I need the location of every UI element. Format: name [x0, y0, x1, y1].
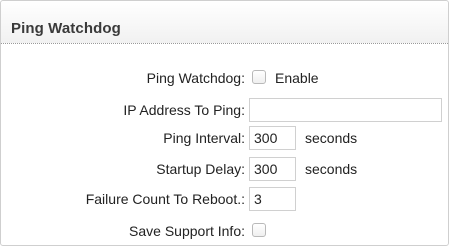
enable-label[interactable]: Enable	[275, 70, 319, 86]
ping-interval-input[interactable]: 300	[249, 126, 296, 150]
ip-address-input[interactable]	[249, 98, 442, 122]
ping-interval-row: Ping Interval: 300 seconds	[0, 126, 449, 152]
ip-address-row: IP Address To Ping:	[0, 98, 449, 124]
startup-delay-row: Startup Delay: 300 seconds	[0, 157, 449, 183]
save-support-label: Save Support Info:	[129, 223, 245, 239]
ping-watchdog-label: Ping Watchdog:	[146, 70, 245, 86]
save-support-row: Save Support Info:	[0, 219, 449, 245]
panel-title: Ping Watchdog	[11, 20, 121, 37]
startup-delay-unit: seconds	[305, 161, 358, 177]
ip-address-label: IP Address To Ping:	[123, 102, 245, 118]
startup-delay-input[interactable]: 300	[249, 157, 296, 181]
ping-interval-label: Ping Interval:	[163, 130, 245, 146]
panel-header: Ping Watchdog	[1, 1, 448, 44]
failure-count-input[interactable]: 3	[249, 187, 296, 211]
ping-watchdog-row: Ping Watchdog: Enable	[0, 66, 449, 92]
ping-watchdog-checkbox[interactable]	[252, 70, 266, 84]
failure-count-label: Failure Count To Reboot.:	[85, 191, 245, 207]
save-support-checkbox[interactable]	[252, 223, 266, 237]
ping-interval-unit: seconds	[305, 130, 358, 146]
startup-delay-label: Startup Delay:	[156, 161, 245, 177]
failure-count-row: Failure Count To Reboot.: 3	[0, 187, 449, 213]
